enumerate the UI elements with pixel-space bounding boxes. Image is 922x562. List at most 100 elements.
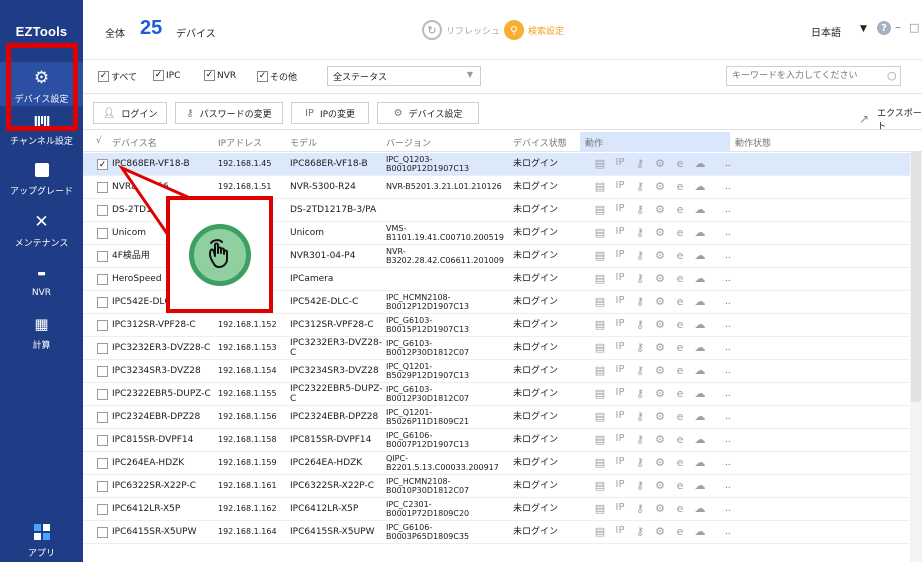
cloud-icon[interactable]: ☁: [690, 410, 710, 423]
document-icon[interactable]: ▤: [590, 387, 610, 400]
header-device-status[interactable]: デバイス状態: [513, 136, 567, 149]
row-checkbox[interactable]: [97, 297, 108, 308]
status-select[interactable]: 全ステータス ▼: [327, 66, 481, 86]
search-icon[interactable]: ○: [887, 69, 897, 82]
key-icon[interactable]: ⚷: [630, 525, 650, 538]
document-icon[interactable]: ▤: [590, 180, 610, 193]
table-row[interactable]: IPC6415SR-X5UPW 192.168.1.164 IPC6415SR-X5…: [83, 521, 922, 544]
search-settings-button[interactable]: ⚲ 検索設定: [504, 20, 564, 40]
row-checkbox[interactable]: [97, 366, 108, 377]
table-row[interactable]: IPC2324EBR-DPZ28 192.168.1.156 IPC2324EBR-…: [83, 406, 922, 429]
device-settings-button[interactable]: ⚙ デバイス設定: [377, 102, 479, 124]
gear-icon[interactable]: ⚙: [650, 433, 670, 446]
document-icon[interactable]: ▤: [590, 410, 610, 423]
change-password-button[interactable]: ⚷ パスワードの変更: [175, 102, 283, 124]
ip-icon[interactable]: IP: [610, 387, 630, 400]
key-icon[interactable]: ⚷: [630, 502, 650, 515]
table-row[interactable]: IPC3234SR3-DVZ28 192.168.1.154 IPC3234SR3-…: [83, 360, 922, 383]
sidebar-item-upgrade[interactable]: アップグレード: [0, 160, 83, 202]
document-icon[interactable]: ▤: [590, 295, 610, 308]
document-icon[interactable]: ▤: [590, 318, 610, 331]
key-icon[interactable]: ⚷: [630, 318, 650, 331]
browser-icon[interactable]: e: [670, 341, 690, 354]
cloud-icon[interactable]: ☁: [690, 341, 710, 354]
document-icon[interactable]: ▤: [590, 456, 610, 469]
refresh-button[interactable]: ↻ リフレッシュ: [422, 20, 500, 40]
ip-icon[interactable]: IP: [610, 364, 630, 377]
row-checkbox[interactable]: [97, 251, 108, 262]
ip-icon[interactable]: IP: [610, 433, 630, 446]
sidebar-item-apps[interactable]: アプリ: [0, 522, 83, 562]
language-selector[interactable]: 日本語: [811, 24, 841, 39]
ip-icon[interactable]: IP: [610, 479, 630, 492]
table-row[interactable]: ✓ IPC868ER-VF18-B 192.168.1.45 IPC868ER-VF1…: [83, 153, 922, 176]
document-icon[interactable]: ▤: [590, 249, 610, 262]
row-checkbox[interactable]: [97, 343, 108, 354]
key-icon[interactable]: ⚷: [630, 456, 650, 469]
key-icon[interactable]: ⚷: [630, 479, 650, 492]
sidebar-item-maintenance[interactable]: ✕ メンテナンス: [0, 212, 83, 256]
ip-icon[interactable]: IP: [610, 410, 630, 423]
browser-icon[interactable]: e: [670, 502, 690, 515]
key-icon[interactable]: ⚷: [630, 410, 650, 423]
document-icon[interactable]: ▤: [590, 433, 610, 446]
table-row[interactable]: IPC3232ER3-DVZ28-C 192.168.1.153 IPC3232ER…: [83, 337, 922, 360]
cloud-icon[interactable]: ☁: [690, 249, 710, 262]
document-icon[interactable]: ▤: [590, 525, 610, 538]
header-model[interactable]: モデル: [290, 136, 317, 149]
cloud-icon[interactable]: ☁: [690, 180, 710, 193]
browser-icon[interactable]: e: [670, 318, 690, 331]
ip-icon[interactable]: IP: [610, 318, 630, 331]
row-checkbox[interactable]: [97, 182, 108, 193]
ip-icon[interactable]: IP: [610, 341, 630, 354]
gear-icon[interactable]: ⚙: [650, 479, 670, 492]
key-icon[interactable]: ⚷: [630, 249, 650, 262]
cloud-icon[interactable]: ☁: [690, 157, 710, 170]
browser-icon[interactable]: e: [670, 456, 690, 469]
help-icon[interactable]: ?: [877, 21, 891, 35]
row-checkbox[interactable]: [97, 504, 108, 515]
gear-icon[interactable]: ⚙: [650, 226, 670, 239]
row-checkbox[interactable]: [97, 228, 108, 239]
cloud-icon[interactable]: ☁: [690, 295, 710, 308]
key-icon[interactable]: ⚷: [630, 157, 650, 170]
filter-nvr-checkbox[interactable]: ✓ NVR: [204, 70, 236, 81]
minimize-icon[interactable]: –: [895, 20, 901, 34]
ip-icon[interactable]: IP: [610, 157, 630, 170]
row-checkbox[interactable]: [97, 320, 108, 331]
row-checkbox[interactable]: [97, 435, 108, 446]
row-checkbox[interactable]: [97, 412, 108, 423]
gear-icon[interactable]: ⚙: [650, 502, 670, 515]
ip-icon[interactable]: IP: [610, 249, 630, 262]
chevron-down-icon[interactable]: ▼: [860, 24, 867, 34]
table-row[interactable]: IPC264EA-HDZK 192.168.1.159 IPC264EA-HDZK Q…: [83, 452, 922, 475]
table-row[interactable]: IPC6322SR-X22P-C 192.168.1.161 IPC6322SR-X…: [83, 475, 922, 498]
browser-icon[interactable]: e: [670, 387, 690, 400]
browser-icon[interactable]: e: [670, 203, 690, 216]
browser-icon[interactable]: e: [670, 410, 690, 423]
cloud-icon[interactable]: ☁: [690, 318, 710, 331]
table-row[interactable]: IPC6412LR-X5P 192.168.1.162 IPC6412LR-X5P I…: [83, 498, 922, 521]
change-ip-button[interactable]: IP IPの変更: [291, 102, 369, 124]
document-icon[interactable]: ▤: [590, 272, 610, 285]
export-button[interactable]: ↗ エクスポート: [859, 106, 922, 132]
ip-icon[interactable]: IP: [610, 226, 630, 239]
key-icon[interactable]: ⚷: [630, 387, 650, 400]
gear-icon[interactable]: ⚙: [650, 341, 670, 354]
browser-icon[interactable]: e: [670, 433, 690, 446]
filter-all-checkbox[interactable]: ✓ すべて: [98, 70, 137, 83]
cloud-icon[interactable]: ☁: [690, 272, 710, 285]
row-checkbox[interactable]: [97, 481, 108, 492]
gear-icon[interactable]: ⚙: [650, 456, 670, 469]
browser-icon[interactable]: e: [670, 226, 690, 239]
browser-icon[interactable]: e: [670, 364, 690, 377]
ip-icon[interactable]: IP: [610, 272, 630, 285]
row-checkbox[interactable]: [97, 389, 108, 400]
filter-ipc-checkbox[interactable]: ✓ IPC: [153, 70, 180, 81]
gear-icon[interactable]: ⚙: [650, 318, 670, 331]
gear-icon[interactable]: ⚙: [650, 364, 670, 377]
key-icon[interactable]: ⚷: [630, 180, 650, 193]
gear-icon[interactable]: ⚙: [650, 203, 670, 216]
key-icon[interactable]: ⚷: [630, 341, 650, 354]
document-icon[interactable]: ▤: [590, 364, 610, 377]
